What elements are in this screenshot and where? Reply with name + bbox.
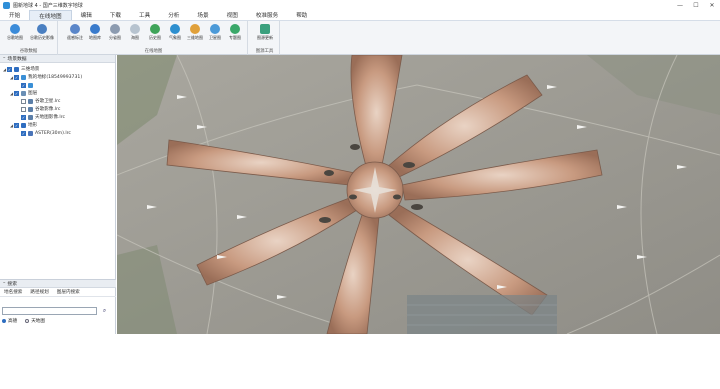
history-map-icon (150, 24, 160, 34)
layer-icon (21, 90, 26, 96)
map-view[interactable] (117, 55, 720, 334)
tree-item[interactable]: ✓ 天地图影像.lrc (0, 113, 115, 121)
tab-place-search[interactable]: 地名搜索 (0, 289, 26, 295)
app-logo-icon (3, 1, 10, 9)
tree-checkbox[interactable]: ✓ (14, 122, 19, 128)
sea-chart-icon (130, 24, 140, 34)
minimize-button[interactable]: — (672, 0, 688, 10)
close-button[interactable]: ✕ (704, 0, 720, 10)
search-panel: – 搜索 地名搜索 路径规划 图层内搜索 ⌕ 高德 天地图 (0, 279, 116, 389)
tab-layer-search[interactable]: 图层内搜索 (53, 289, 84, 295)
window-controls: — ☐ ✕ (672, 0, 720, 10)
title-bar: 图新地球 4 - 国产三维数字地球 — ☐ ✕ (0, 0, 720, 10)
weather-icon (170, 24, 180, 34)
radio-tianditu[interactable]: 天地图 (25, 318, 45, 324)
tree-checkbox[interactable]: ✓ (21, 82, 26, 88)
scene-panel-title: 场景数据 (7, 57, 27, 62)
thematic-map-button[interactable]: 专题图 (223, 23, 247, 45)
tree-checkbox[interactable]: ✓ (14, 74, 19, 80)
tree-item-label: 谷歌影像.lrc (35, 107, 61, 112)
layer-icon (21, 74, 26, 80)
search-icon: ⌕ (102, 307, 107, 314)
ribbon-group-online-map: 遥感标注 地图库 分省图 海图 历史图 气象图 三维地图 卫星图 专题图 在线地… (60, 21, 248, 55)
menu-tab-tools[interactable]: 工具 (130, 10, 159, 20)
layer-icon (28, 114, 33, 120)
menu-tab-edit[interactable]: 编辑 (72, 10, 101, 20)
search-panel-header: – 搜索 (0, 280, 116, 288)
tree-checkbox[interactable]: ✓ (21, 130, 26, 136)
menu-bar: 开始 在线地图 编辑 下载 工具 分析 场景 视图 校准服务 帮助 (0, 10, 720, 20)
tree-item[interactable]: ✓ ASTER(30m).lrc (0, 129, 115, 137)
tree-item[interactable]: ◢ ✓ 图层 (0, 89, 115, 97)
google-history-button[interactable]: 谷歌历史影像 (30, 23, 54, 45)
radio-gaode[interactable]: 高德 (2, 318, 17, 324)
menu-tab-calibration[interactable]: 校准服务 (247, 10, 287, 20)
ribbon-group-google: 谷歌地图 谷歌历史影像 谷歌数据 (0, 21, 58, 55)
thematic-map-icon (230, 24, 240, 34)
collapse-icon[interactable]: – (3, 281, 5, 286)
tree-item-label: 三维场景 (21, 67, 40, 72)
globe-icon (10, 24, 20, 34)
menu-tab-online-map[interactable]: 在线地图 (29, 10, 72, 20)
tree-item[interactable]: ✓ (0, 81, 115, 89)
menu-tab-analysis[interactable]: 分析 (159, 10, 188, 20)
menu-tab-help[interactable]: 帮助 (287, 10, 316, 20)
tree-checkbox[interactable] (21, 106, 26, 112)
menu-tab-start[interactable]: 开始 (0, 10, 29, 20)
tree-item-label: ASTER(30m).lrc (35, 130, 71, 136)
ribbon-group-source-tools: 图源更新 图源工具 (250, 21, 280, 55)
search-button[interactable]: ⌕ (100, 307, 109, 315)
province-map-icon (110, 24, 120, 34)
collapse-icon[interactable]: – (3, 56, 5, 61)
radio-unselected-icon (25, 318, 30, 323)
scene-tree: ◢ ✓ 三维场景 ◢ ✓ 我的地标(18549993731) ✓ ◢ ✓ 图层 谷歌卫星.lrc 谷歌… (0, 63, 115, 137)
layer-icon (28, 130, 33, 136)
search-panel-title: 搜索 (7, 282, 18, 287)
layer-icon (28, 98, 33, 104)
tree-checkbox[interactable]: ✓ (21, 114, 26, 120)
tree-item-label: 我的地标(18549993731) (28, 75, 83, 80)
satellite-icon (210, 24, 220, 34)
tab-route-planning[interactable]: 路径规划 (26, 289, 52, 295)
ribbon-group-label: 图源工具 (255, 49, 274, 54)
search-input[interactable] (2, 307, 97, 315)
tree-item[interactable]: ◢ ✓ 三维场景 (0, 65, 115, 73)
google-map-button[interactable]: 谷歌地图 (3, 23, 27, 45)
tree-checkbox[interactable] (21, 98, 26, 104)
map-library-icon (90, 24, 100, 34)
layer-icon (14, 66, 19, 72)
tree-item-label: 天地图影像.lrc (35, 115, 66, 120)
scene-panel-header: – 场景数据 (0, 55, 115, 63)
search-source-options: 高德 天地图 (2, 318, 45, 324)
tree-item[interactable]: 谷歌影像.lrc (0, 105, 115, 113)
tree-item[interactable]: ◢ ✓ 我的地标(18549993731) (0, 73, 115, 81)
ribbon-group-label: 谷歌数据 (19, 49, 38, 54)
radio-selected-icon (2, 318, 6, 323)
layer-icon (28, 106, 33, 112)
menu-tab-view[interactable]: 视图 (218, 10, 247, 20)
maximize-button[interactable]: ☐ (688, 0, 704, 10)
label-icon (70, 24, 80, 34)
layer-icon (21, 122, 26, 128)
tree-checkbox[interactable]: ✓ (7, 66, 12, 72)
search-tabs: 地名搜索 路径规划 图层内搜索 (0, 288, 116, 297)
menu-tab-scene[interactable]: 场景 (188, 10, 217, 20)
tree-item-label: 地形 (28, 123, 38, 128)
tree-item-label: 谷歌卫星.lrc (35, 99, 61, 104)
airport-satellite-imagery (117, 55, 720, 334)
3d-map-icon (190, 24, 200, 34)
menu-tab-download[interactable]: 下载 (101, 10, 130, 20)
tree-item[interactable]: ◢ ✓ 地形 (0, 121, 115, 129)
ribbon-group-label: 在线地图 (144, 49, 163, 54)
source-update-button[interactable]: 图源更新 (253, 23, 277, 45)
history-globe-icon (37, 24, 47, 34)
tree-item-label: 图层 (28, 91, 38, 96)
ribbon-toolbar: 谷歌地图 谷歌历史影像 谷歌数据 遥感标注 地图库 分省图 海图 历史图 气象图… (0, 20, 720, 55)
window-title: 图新地球 4 - 国产三维数字地球 (13, 2, 83, 9)
source-update-icon (260, 24, 270, 34)
scene-data-panel: – 场景数据 ◢ ✓ 三维场景 ◢ ✓ 我的地标(18549993731) ✓ ◢ ✓ 图层 谷歌卫… (0, 55, 116, 334)
tree-checkbox[interactable]: ✓ (14, 90, 19, 96)
tree-item[interactable]: 谷歌卫星.lrc (0, 97, 115, 105)
layer-icon (28, 82, 33, 88)
